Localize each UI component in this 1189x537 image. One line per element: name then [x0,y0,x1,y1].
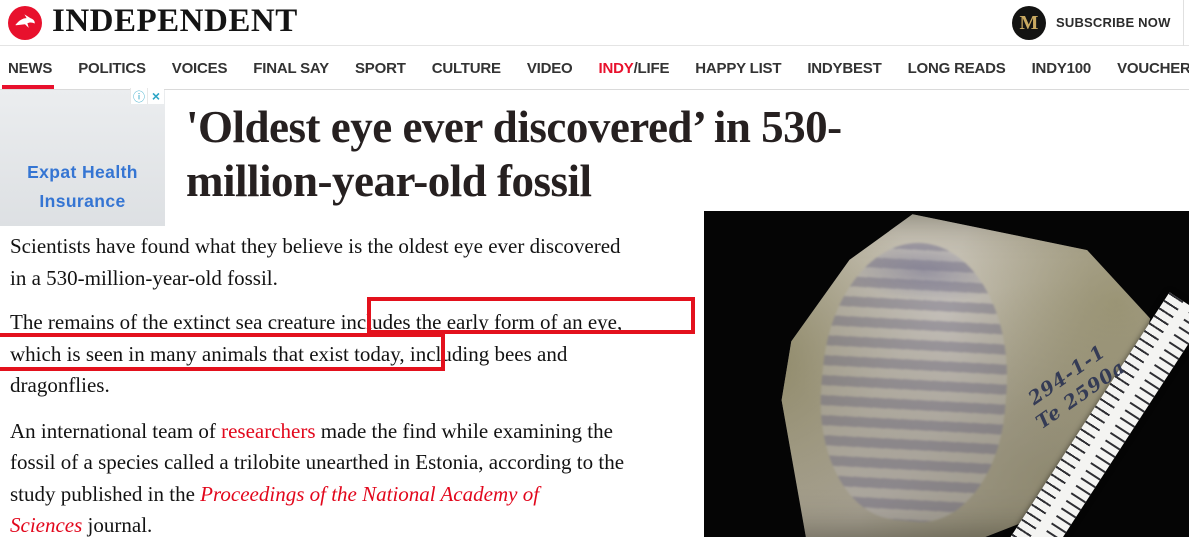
fossil-photo: 294-1-1 Te 2590a [704,211,1189,537]
site-header: INDEPENDENT M SUBSCRIBE NOW [0,0,1189,46]
browser-page: INDEPENDENT M SUBSCRIBE NOW NEWS POLITIC… [0,0,1189,537]
independent-eagle-logo-icon[interactable] [8,6,42,40]
article-headline: 'Oldest eye ever discovered’ in 530- mil… [186,100,1116,208]
ad-line-1: Expat Health [0,158,165,187]
researchers-link[interactable]: researchers [221,419,315,443]
paragraph-3: An international team of researchers mad… [10,416,700,537]
nav-item-vouchers[interactable]: VOUCHERS [1117,47,1189,89]
nav-item-indy-life[interactable]: INDY/LIFE [599,47,670,89]
headline-line-2: million-year-old fossil [186,154,1116,208]
primary-nav: NEWS POLITICS VOICES FINAL SAY SPORT CUL… [0,47,1189,90]
journal-link-part-2[interactable]: Sciences [10,513,82,537]
nav-item-video[interactable]: VIDEO [527,47,573,89]
journal-link-part-1[interactable]: Proceedings of the National Academy of [200,482,539,506]
nav-item-happy-list[interactable]: HAPPY LIST [695,47,781,89]
p3-line-1: An international team of researchers mad… [10,416,700,448]
ad-line-2: Insurance [0,187,165,216]
nav-item-sport[interactable]: SPORT [355,47,406,89]
p3-text: An international team of [10,419,221,443]
header-divider [1183,0,1184,46]
nav-item-news[interactable]: NEWS [8,47,52,89]
eagle-icon [12,10,38,36]
nav-item-final-say[interactable]: FINAL SAY [253,47,329,89]
p1-line-2: in a 530-million-year-old fossil. [10,263,700,295]
nav-item-politics[interactable]: POLITICS [78,47,146,89]
annotation-box-2 [0,333,445,371]
ad-close-icon[interactable]: × [147,88,164,104]
subscribe-now-button[interactable]: SUBSCRIBE NOW [1056,15,1171,30]
p3-line-3: study published in the Proceedings of th… [10,479,700,511]
paragraph-1: Scientists have found what they believe … [10,231,700,294]
p3-line-4: Sciences journal. [10,510,700,537]
nav-item-indy100[interactable]: INDY100 [1032,47,1091,89]
p3-text: journal. [82,513,152,537]
p1-line-1: Scientists have found what they believe … [10,231,700,263]
ad-controls: ⓘ × [130,88,164,104]
nav-indy-prefix: INDY [599,60,634,77]
nav-item-long-reads[interactable]: LONG READS [908,47,1006,89]
p3-text: study published in the [10,482,200,506]
nav-item-indybest[interactable]: INDYBEST [807,47,881,89]
annotation-box-1 [367,297,695,334]
nav-item-voices[interactable]: VOICES [172,47,227,89]
ad-info-icon[interactable]: ⓘ [130,88,147,104]
ad-copy[interactable]: Expat Health Insurance [0,158,165,216]
p3-text: made the find while examining the [316,419,613,443]
independent-minds-logo-icon[interactable]: M [1012,6,1046,40]
article-body: Scientists have found what they believe … [10,231,700,537]
p3-line-2: fossil of a species called a trilobite u… [10,447,700,479]
masthead-title[interactable]: INDEPENDENT [52,3,298,40]
headline-line-1: 'Oldest eye ever discovered’ in 530- [186,100,1116,154]
p2-line-3: dragonflies. [10,370,700,402]
nav-life-suffix: /LIFE [634,60,670,77]
nav-item-culture[interactable]: CULTURE [432,47,501,89]
sidebar-ad[interactable]: ⓘ × Expat Health Insurance [0,90,165,226]
